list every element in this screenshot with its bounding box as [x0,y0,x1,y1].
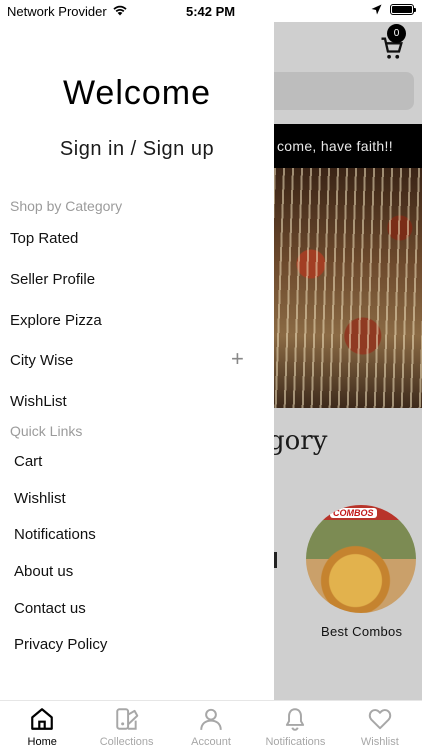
tab-wishlist-label: Wishlist [360,736,399,748]
location-arrow-icon [371,4,382,15]
account-icon [200,708,222,730]
bottom-tab-bar: Home Collections Account Notifications W… [0,700,422,750]
tab-home[interactable]: Home [0,701,84,750]
category-item-top-rated[interactable]: Top Rated [10,230,78,247]
status-bar: Network Provider 5:42 PM [0,0,422,22]
side-drawer: Welcome Sign in / Sign up Shop by Catego… [0,22,274,700]
tab-account-label: Account [191,736,231,748]
category-item-explore-pizza[interactable]: Explore Pizza [10,312,102,329]
category-item-city-wise[interactable]: City Wise [10,352,73,369]
background-app-overlay[interactable]: 0 come, have faith!! gory COMBOS Best Co… [274,22,422,700]
battery-icon [390,4,416,15]
quick-link-wishlist[interactable]: Wishlist [14,490,66,507]
wifi-icon [113,5,127,16]
category-item-wishlist[interactable]: WishList [10,393,67,410]
hero-pizza-image [274,168,422,408]
bell-icon [286,708,305,731]
signin-signup-link[interactable]: Sign in / Sign up [0,138,274,161]
tab-home-label: Home [27,736,57,748]
category-item-seller-profile[interactable]: Seller Profile [10,271,95,288]
quick-link-cart[interactable]: Cart [14,453,42,470]
tab-notifications-label: Notifications [265,736,326,748]
shop-by-category-title: Shop by Category [10,198,123,214]
home-icon [31,708,54,730]
scroll-edge-marker [274,552,277,568]
search-bar[interactable] [274,72,414,110]
category-card-label[interactable]: Best Combos [321,624,402,639]
announcement-banner: come, have faith!! [274,124,422,168]
quick-link-contact-us[interactable]: Contact us [14,600,86,617]
quick-link-about-us[interactable]: About us [14,563,73,580]
tab-wishlist[interactable]: Wishlist [338,701,422,750]
cart-count-badge: 0 [387,24,406,43]
category-card-image[interactable]: COMBOS [306,505,416,613]
tab-account[interactable]: Account [169,701,253,750]
collections-icon [115,708,138,730]
category-heading: gory [274,426,328,456]
tab-collections-label: Collections [99,736,154,748]
heart-icon [368,709,392,730]
category-card-title: COMBOS [330,508,377,518]
expand-plus-icon[interactable]: + [231,348,244,370]
tab-notifications[interactable]: Notifications [253,701,337,750]
welcome-title: Welcome [62,74,212,112]
quick-links-title: Quick Links [10,423,83,439]
tab-collections[interactable]: Collections [84,701,168,750]
clock-time: 5:42 PM [186,4,236,19]
quick-link-privacy-policy[interactable]: Privacy Policy [14,636,107,653]
carrier-name: Network Provider [7,4,107,19]
quick-link-notifications[interactable]: Notifications [14,526,96,543]
